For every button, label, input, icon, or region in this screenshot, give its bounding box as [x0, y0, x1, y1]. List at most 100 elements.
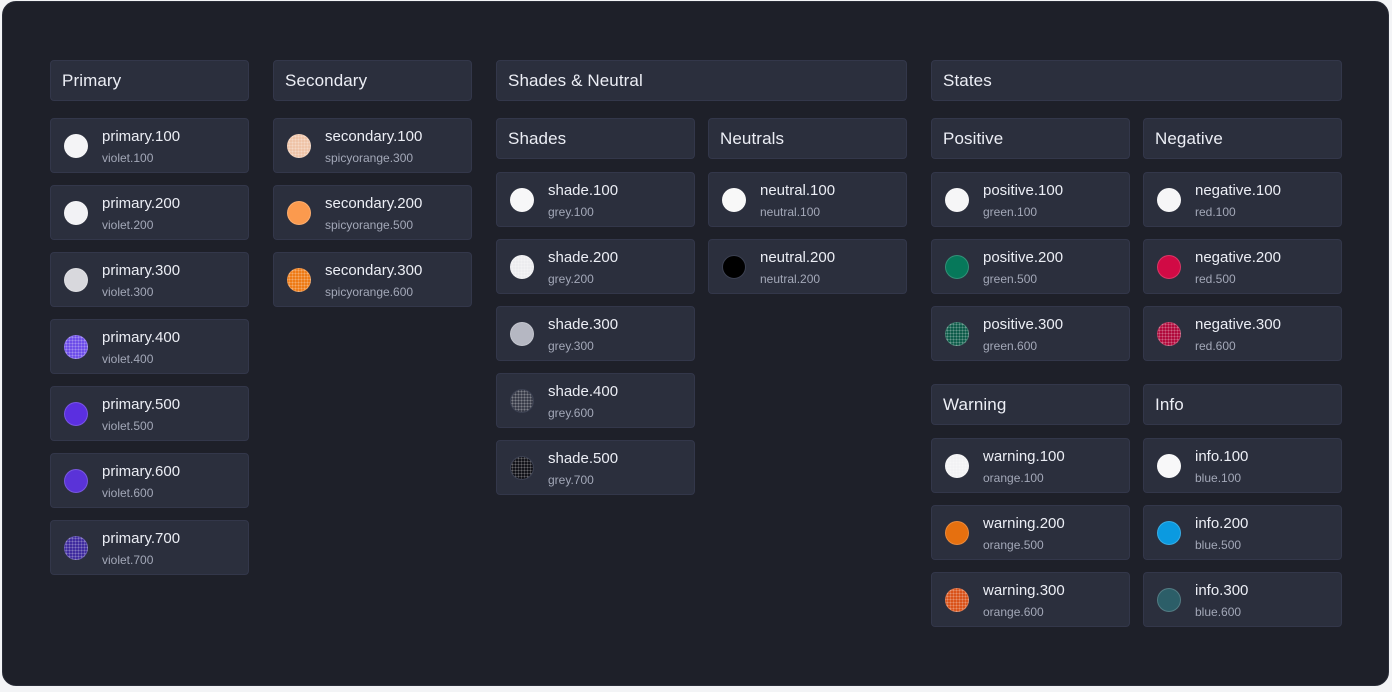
token-alias: green.500 — [983, 272, 1038, 286]
color-swatch — [945, 521, 969, 545]
color-swatch — [945, 454, 969, 478]
token-name: negative.300 — [1195, 316, 1281, 333]
color-token-card[interactable]: secondary.100 spicyorange.300 — [273, 118, 472, 173]
token-alias: grey.200 — [548, 272, 594, 286]
token-alias: orange.100 — [983, 471, 1044, 485]
color-token-card[interactable]: info.300 blue.600 — [1143, 572, 1342, 627]
color-token-card[interactable]: primary.300 violet.300 — [50, 252, 249, 307]
color-token-card[interactable]: primary.400 violet.400 — [50, 319, 249, 374]
token-name: primary.100 — [102, 128, 181, 145]
token-alias: neutral.200 — [760, 272, 821, 286]
section-header-primary: Primary — [50, 60, 249, 101]
token-name: negative.200 — [1195, 249, 1281, 266]
color-swatch — [64, 268, 88, 292]
color-token-card[interactable]: shade.500 grey.700 — [496, 440, 695, 495]
token-name: shade.200 — [548, 249, 619, 266]
token-alias: violet.600 — [102, 486, 154, 500]
token-alias: violet.100 — [102, 151, 154, 165]
token-alias: red.600 — [1195, 339, 1236, 353]
token-name: shade.400 — [548, 383, 619, 400]
color-token-card[interactable]: secondary.300 spicyorange.600 — [273, 252, 472, 307]
token-alias: spicyorange.500 — [325, 218, 414, 232]
subsection-header-warning: Warning — [931, 384, 1130, 425]
color-swatch — [510, 456, 534, 480]
token-name: negative.100 — [1195, 182, 1281, 199]
token-alias: grey.100 — [548, 205, 594, 219]
token-alias: grey.700 — [548, 473, 594, 487]
token-name: secondary.100 — [325, 128, 423, 145]
token-alias: blue.100 — [1195, 471, 1242, 485]
token-name: secondary.200 — [325, 195, 423, 212]
subsection-header-positive: Positive — [931, 118, 1130, 159]
color-swatch — [64, 134, 88, 158]
token-name: warning.200 — [983, 515, 1065, 532]
section-header-states: States — [931, 60, 1342, 101]
token-name: shade.100 — [548, 182, 619, 199]
color-token-card[interactable]: negative.100 red.100 — [1143, 172, 1342, 227]
color-token-card[interactable]: neutral.100 neutral.100 — [708, 172, 907, 227]
token-alias: blue.500 — [1195, 538, 1242, 552]
subsection-header-shades: Shades — [496, 118, 695, 159]
color-swatch — [510, 255, 534, 279]
token-name: primary.600 — [102, 463, 181, 480]
color-token-card[interactable]: primary.500 violet.500 — [50, 386, 249, 441]
color-swatch — [1157, 188, 1181, 212]
color-swatch — [1157, 322, 1181, 346]
section-header-secondary: Secondary — [273, 60, 472, 101]
token-alias: red.100 — [1195, 205, 1236, 219]
token-name: positive.300 — [983, 316, 1064, 333]
token-alias: violet.200 — [102, 218, 154, 232]
color-swatch — [510, 389, 534, 413]
color-swatch — [722, 188, 746, 212]
color-token-card[interactable]: shade.300 grey.300 — [496, 306, 695, 361]
color-token-card[interactable]: primary.700 violet.700 — [50, 520, 249, 575]
color-token-card[interactable]: shade.200 grey.200 — [496, 239, 695, 294]
token-name: positive.100 — [983, 182, 1064, 199]
color-token-card[interactable]: negative.300 red.600 — [1143, 306, 1342, 361]
color-swatch — [64, 536, 88, 560]
token-alias: violet.700 — [102, 553, 154, 567]
color-swatch — [1157, 588, 1181, 612]
token-name: shade.500 — [548, 450, 619, 467]
color-swatch — [1157, 255, 1181, 279]
color-token-card[interactable]: primary.600 violet.600 — [50, 453, 249, 508]
color-token-card[interactable]: positive.300 green.600 — [931, 306, 1130, 361]
color-token-card[interactable]: warning.200 orange.500 — [931, 505, 1130, 560]
token-alias: spicyorange.300 — [325, 151, 414, 165]
color-token-card[interactable]: primary.100 violet.100 — [50, 118, 249, 173]
color-token-card[interactable]: info.100 blue.100 — [1143, 438, 1342, 493]
color-swatch — [64, 335, 88, 359]
color-token-card[interactable]: secondary.200 spicyorange.500 — [273, 185, 472, 240]
color-token-card[interactable]: negative.200 red.500 — [1143, 239, 1342, 294]
color-token-card[interactable]: warning.100 orange.100 — [931, 438, 1130, 493]
color-token-card[interactable]: neutral.200 neutral.200 — [708, 239, 907, 294]
color-swatch — [945, 322, 969, 346]
color-token-card[interactable]: warning.300 orange.600 — [931, 572, 1130, 627]
color-token-card[interactable]: primary.200 violet.200 — [50, 185, 249, 240]
token-alias: spicyorange.600 — [325, 285, 414, 299]
token-name: info.200 — [1195, 515, 1249, 532]
token-name: primary.700 — [102, 530, 181, 547]
token-alias: red.500 — [1195, 272, 1236, 286]
color-swatch — [64, 201, 88, 225]
color-token-card[interactable]: positive.200 green.500 — [931, 239, 1130, 294]
color-swatch — [64, 402, 88, 426]
token-name: info.100 — [1195, 448, 1249, 465]
color-swatch — [1157, 454, 1181, 478]
token-name: neutral.100 — [760, 182, 836, 199]
token-alias: orange.600 — [983, 605, 1044, 619]
color-token-card[interactable]: positive.100 green.100 — [931, 172, 1130, 227]
section-header-shades-neutral: Shades & Neutral — [496, 60, 907, 101]
token-name: warning.300 — [983, 582, 1065, 599]
token-alias: blue.600 — [1195, 605, 1242, 619]
color-token-card[interactable]: shade.100 grey.100 — [496, 172, 695, 227]
color-token-card[interactable]: shade.400 grey.600 — [496, 373, 695, 428]
token-name: warning.100 — [983, 448, 1065, 465]
token-name: primary.300 — [102, 262, 181, 279]
subsection-header-negative: Negative — [1143, 118, 1342, 159]
token-name: primary.500 — [102, 396, 181, 413]
token-name: primary.200 — [102, 195, 181, 212]
color-token-card[interactable]: info.200 blue.500 — [1143, 505, 1342, 560]
token-alias: neutral.100 — [760, 205, 821, 219]
color-swatch — [945, 188, 969, 212]
